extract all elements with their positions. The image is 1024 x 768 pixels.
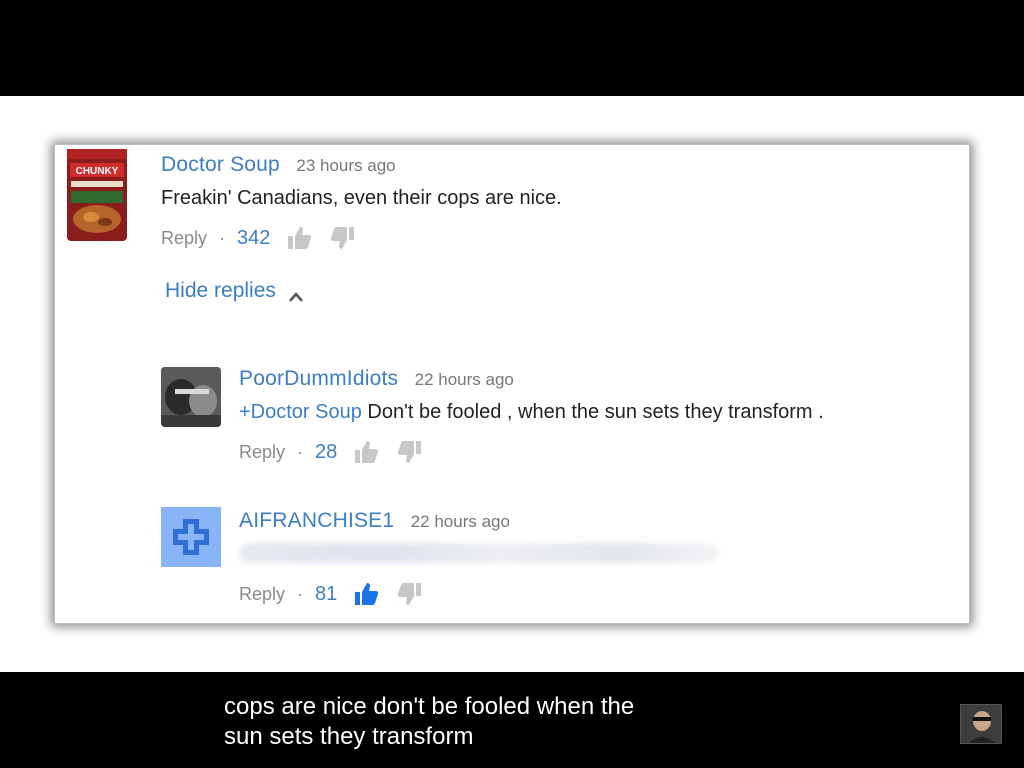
mention-link[interactable]: +Doctor Soup [239, 401, 362, 423]
comment-doctor-soup: CHUNKY Doctor Soup 23 hours ago Freakin'… [55, 145, 971, 265]
hide-replies-label: Hide replies [165, 279, 276, 302]
avatar[interactable]: CHUNKY [67, 149, 127, 241]
reply-timestamp[interactable]: 22 hours ago [411, 512, 510, 531]
separator-dot: · [297, 583, 304, 604]
reply-timestamp[interactable]: 22 hours ago [415, 370, 514, 389]
thumbs-down-icon[interactable] [397, 439, 423, 465]
video-top-letterbox [0, 0, 1024, 96]
soup-can-icon: CHUNKY [67, 149, 127, 241]
thumbs-down-icon[interactable] [397, 581, 423, 607]
channel-thumbnail[interactable] [960, 704, 1002, 744]
thumbs-up-icon[interactable] [353, 439, 379, 465]
thumbs-up-icon[interactable] [353, 581, 379, 607]
thumbs-up-icon[interactable] [286, 225, 312, 251]
reply-poordummidiots: PoorDummIdiots 22 hours ago +Doctor Soup… [55, 355, 971, 465]
blurred-reply-text [239, 543, 719, 563]
avatar[interactable] [161, 367, 221, 427]
reply-button[interactable]: Reply [239, 442, 285, 463]
video-frame: CHUNKY Doctor Soup 23 hours ago Freakin'… [0, 96, 1024, 672]
comment-screenshot-card: CHUNKY Doctor Soup 23 hours ago Freakin'… [54, 144, 970, 624]
photo-avatar-icon [161, 367, 221, 427]
reply-author[interactable]: PoorDummIdiots [239, 367, 398, 390]
video-caption: cops are nice don't be fooled when the s… [224, 692, 634, 752]
person-photo-icon [961, 705, 1001, 743]
hide-replies-toggle[interactable]: Hide replies [165, 279, 304, 303]
reply-button[interactable]: Reply [239, 584, 285, 605]
like-count: 81 [315, 582, 338, 605]
separator-dot: · [297, 441, 304, 462]
comment-timestamp[interactable]: 23 hours ago [296, 156, 395, 175]
caption-line-1: cops are nice don't be fooled when the [224, 693, 635, 720]
thumbs-down-icon[interactable] [330, 225, 356, 251]
reply-aifranchise1: AIFRANCHISE1 22 hours ago Reply · 81 [55, 497, 971, 617]
reply-text-body: Don't be fooled , when the sun sets they… [361, 401, 824, 423]
caption-line-2: sun sets they transform [224, 723, 474, 750]
comment-author[interactable]: Doctor Soup [161, 153, 280, 176]
like-count: 28 [315, 440, 338, 463]
reply-button[interactable]: Reply [161, 228, 207, 249]
comment-text: Freakin' Canadians, even their cops are … [161, 187, 562, 209]
like-count: 342 [237, 226, 271, 249]
reply-text: +Doctor Soup Don't be fooled , when the … [239, 401, 824, 424]
svg-text:CHUNKY: CHUNKY [76, 166, 119, 177]
reply-author[interactable]: AIFRANCHISE1 [239, 509, 394, 532]
avatar[interactable] [161, 507, 221, 567]
chevron-up-icon [288, 285, 304, 302]
separator-dot: · [219, 227, 226, 248]
blue-cross-icon [161, 507, 221, 567]
